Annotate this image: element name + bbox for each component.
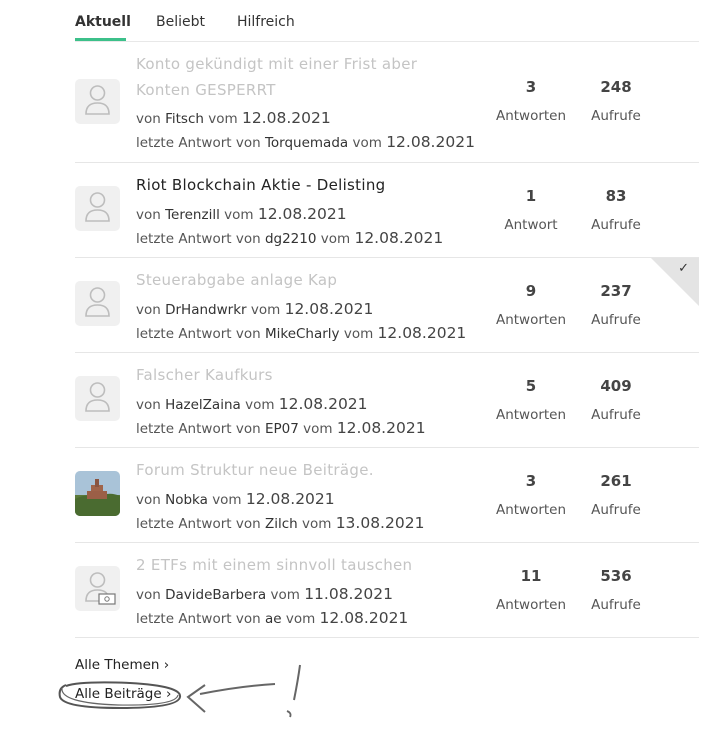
thread-title[interactable]: Forum Struktur neue Beiträge. bbox=[136, 457, 436, 483]
thread-row[interactable]: Konto gekündigt mit einer Frist aber Kont… bbox=[75, 53, 699, 163]
thread-author-line: von HazelZaina vom 12.08.2021 bbox=[136, 395, 368, 413]
thread-author-line: von DavideBarbera vom 11.08.2021 bbox=[136, 585, 393, 603]
thread-row[interactable]: Riot Blockchain Aktie - Delisting von Te… bbox=[75, 163, 699, 258]
user-placeholder-icon[interactable] bbox=[75, 186, 120, 231]
reply-count: 3 bbox=[525, 472, 537, 490]
reply-count: 3 bbox=[525, 78, 537, 96]
thread-last-reply-line: letzte Antwort von Zilch vom 13.08.2021 bbox=[136, 514, 425, 532]
view-count: 409 bbox=[600, 377, 632, 395]
author-link[interactable]: HazelZaina bbox=[165, 397, 241, 413]
thread-title[interactable]: Riot Blockchain Aktie - Delisting bbox=[136, 172, 436, 198]
last-author-link[interactable]: dg2210 bbox=[265, 231, 317, 247]
landscape-photo-avatar[interactable] bbox=[75, 471, 120, 516]
reply-count: 1 bbox=[525, 187, 537, 205]
thread-last-reply-line: letzte Antwort von EP07 vom 12.08.2021 bbox=[136, 419, 426, 437]
view-count: 83 bbox=[605, 187, 627, 205]
user-placeholder-icon[interactable] bbox=[75, 376, 120, 421]
thread-last-reply-line: letzte Antwort von Torquemada vom 12.08.… bbox=[136, 133, 475, 151]
thread-title[interactable]: Steuerabgabe anlage Kap bbox=[136, 267, 436, 293]
thread-title[interactable]: 2 ETFs mit einem sinnvoll tauschen bbox=[136, 552, 436, 578]
reply-label: Antworten bbox=[495, 108, 567, 124]
view-count: 261 bbox=[600, 472, 632, 490]
tab-hilfreich[interactable]: Hilfreich bbox=[237, 14, 295, 30]
reply-label: Antworten bbox=[495, 502, 567, 518]
last-author-link[interactable]: MikeCharly bbox=[265, 326, 340, 342]
thread-row[interactable]: Forum Struktur neue Beiträge. von Nobka … bbox=[75, 448, 699, 543]
chevron-right-icon: › bbox=[163, 657, 170, 673]
thread-author-line: von Nobka vom 12.08.2021 bbox=[136, 490, 335, 508]
thread-author-line: von Fitsch vom 12.08.2021 bbox=[136, 109, 331, 127]
thread-last-reply-line: letzte Antwort von MikeCharly vom 12.08.… bbox=[136, 324, 467, 342]
thread-row[interactable]: 2 ETFs mit einem sinnvoll tauschen von D… bbox=[75, 543, 699, 638]
thread-last-reply-line: letzte Antwort von ae vom 12.08.2021 bbox=[136, 609, 409, 627]
tab-beliebt[interactable]: Beliebt bbox=[156, 14, 205, 30]
author-link[interactable]: Nobka bbox=[165, 492, 208, 508]
thread-row[interactable]: ✓ Steuerabgabe anlage Kap von DrHandwrkr… bbox=[75, 258, 699, 353]
last-author-link[interactable]: ae bbox=[265, 611, 282, 627]
view-label: Aufrufe bbox=[591, 217, 641, 233]
user-money-icon[interactable] bbox=[75, 566, 120, 611]
thread-title[interactable]: Konto gekündigt mit einer Frist aber Kont… bbox=[136, 53, 436, 103]
reply-label: Antworten bbox=[495, 597, 567, 613]
checkmark-icon: ✓ bbox=[678, 261, 689, 276]
view-label: Aufrufe bbox=[591, 108, 641, 124]
reply-label: Antwort bbox=[504, 217, 558, 233]
author-link[interactable]: Terenzill bbox=[165, 207, 220, 223]
view-label: Aufrufe bbox=[591, 407, 641, 423]
reply-count: 9 bbox=[525, 282, 537, 300]
view-label: Aufrufe bbox=[591, 312, 641, 328]
thread-row[interactable]: Falscher Kaufkurs von HazelZaina vom 12.… bbox=[75, 353, 699, 448]
tab-aktuell[interactable]: Aktuell bbox=[75, 14, 131, 30]
view-label: Aufrufe bbox=[591, 502, 641, 518]
author-link[interactable]: Fitsch bbox=[165, 111, 204, 127]
author-link[interactable]: DavideBarbera bbox=[165, 587, 266, 603]
thread-author-line: von DrHandwrkr vom 12.08.2021 bbox=[136, 300, 374, 318]
reply-count: 11 bbox=[520, 567, 542, 585]
author-link[interactable]: DrHandwrkr bbox=[165, 302, 246, 318]
user-placeholder-icon[interactable] bbox=[75, 79, 120, 124]
solved-badge bbox=[651, 258, 699, 306]
reply-label: Antworten bbox=[495, 407, 567, 423]
active-tab-indicator bbox=[75, 38, 126, 41]
chevron-right-icon: › bbox=[165, 686, 172, 702]
reply-count: 5 bbox=[525, 377, 537, 395]
thread-last-reply-line: letzte Antwort von dg2210 vom 12.08.2021 bbox=[136, 229, 444, 247]
last-author-link[interactable]: Torquemada bbox=[265, 135, 348, 151]
last-author-link[interactable]: EP07 bbox=[265, 421, 299, 437]
tab-bar: Aktuell Beliebt Hilfreich bbox=[75, 0, 699, 42]
thread-list: Konto gekündigt mit einer Frist aber Kont… bbox=[75, 53, 699, 638]
thread-title[interactable]: Falscher Kaufkurs bbox=[136, 362, 436, 388]
last-author-link[interactable]: Zilch bbox=[265, 516, 298, 532]
view-count: 536 bbox=[600, 567, 632, 585]
view-label: Aufrufe bbox=[591, 597, 641, 613]
reply-label: Antworten bbox=[495, 312, 567, 328]
view-count: 237 bbox=[600, 282, 632, 300]
all-posts-link[interactable]: Alle Beiträge › bbox=[75, 686, 171, 702]
view-count: 248 bbox=[600, 78, 632, 96]
thread-author-line: von Terenzill vom 12.08.2021 bbox=[136, 205, 347, 223]
user-placeholder-icon[interactable] bbox=[75, 281, 120, 326]
all-topics-link[interactable]: Alle Themen › bbox=[75, 657, 169, 673]
